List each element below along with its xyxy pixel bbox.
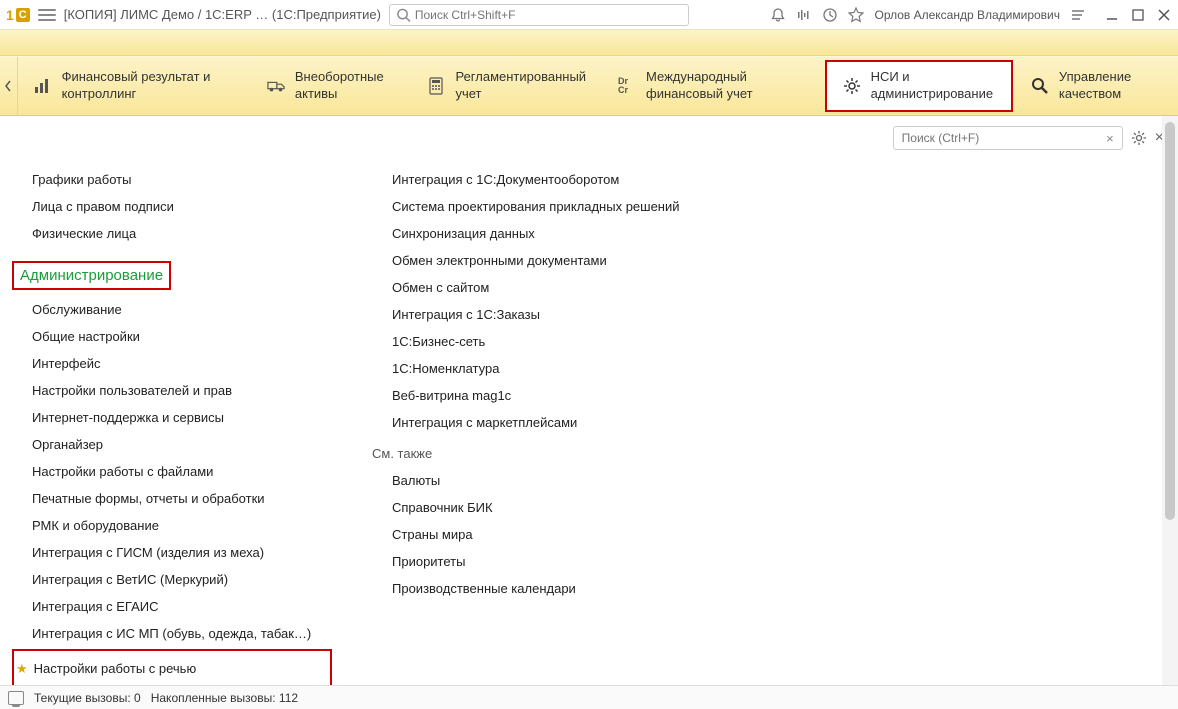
link-site-exchange[interactable]: Обмен с сайтом	[372, 274, 752, 301]
link-individuals[interactable]: Физические лица	[12, 220, 332, 247]
link-production-calendars[interactable]: Производственные календари	[372, 575, 752, 602]
nav-scroll-left[interactable]	[0, 57, 18, 115]
link-orders-integration[interactable]: Интеграция с 1С:Заказы	[372, 301, 752, 328]
link-print-forms[interactable]: Печатные формы, отчеты и обработки	[12, 485, 332, 512]
accumulated-calls: Накопленные вызовы: 112	[151, 691, 298, 705]
nav-financial-result[interactable]: Финансовый результат и контроллинг	[18, 57, 251, 115]
nav-label: Финансовый результат и контроллинг	[62, 69, 235, 103]
content-area: × × Графики работы Лица с правом подписи…	[0, 116, 1178, 685]
accumulated-calls-value: 112	[279, 691, 298, 705]
content-toolbar: × ×	[893, 126, 1164, 150]
title-actions: Орлов Александр Владимирович	[770, 7, 1172, 23]
global-search[interactable]	[389, 4, 689, 26]
section-nav: Финансовый результат и контроллинг Внеоб…	[0, 56, 1178, 116]
link-interface[interactable]: Интерфейс	[12, 350, 332, 377]
nav-label: НСИ и администрирование	[871, 69, 995, 103]
link-priorities[interactable]: Приоритеты	[372, 548, 752, 575]
panel-search-input[interactable]	[898, 131, 1102, 145]
current-calls: Текущие вызовы: 0	[34, 691, 141, 705]
bell-icon[interactable]	[770, 7, 786, 23]
nav-label: Внеоборотные активы	[295, 69, 396, 103]
nav-regulated-accounting[interactable]: Регламентированный учет	[411, 57, 602, 115]
link-work-schedules[interactable]: Графики работы	[12, 166, 332, 193]
panel-settings-icon[interactable]	[1131, 130, 1147, 146]
title-bar: 1С [КОПИЯ] ЛИМС Демо / 1C:ERP … (1С:Пред…	[0, 0, 1178, 30]
link-business-network[interactable]: 1С:Бизнес-сеть	[372, 328, 752, 355]
dr-cr-icon: DrCr	[618, 77, 636, 95]
link-speech-settings[interactable]: ★ Настройки работы с речью	[12, 649, 332, 685]
nav-label: Управление качеством	[1059, 69, 1162, 103]
link-doc-flow-integration[interactable]: Интеграция с 1С:Документооборотом	[372, 166, 752, 193]
nav-nsi-administration[interactable]: НСИ и администрирование	[825, 60, 1013, 112]
history-icon[interactable]	[822, 7, 838, 23]
link-organizer[interactable]: Органайзер	[12, 431, 332, 458]
chevron-left-icon	[4, 80, 12, 92]
link-nomenclature[interactable]: 1С:Номенклатура	[372, 355, 752, 382]
status-monitor-icon[interactable]	[8, 691, 24, 705]
link-countries[interactable]: Страны мира	[372, 521, 752, 548]
nav-label: Регламентированный учет	[455, 69, 586, 103]
main-menu-icon[interactable]	[38, 6, 56, 24]
favorite-star-icon: ★	[16, 661, 28, 677]
link-app-design-system[interactable]: Система проектирования прикладных решени…	[372, 193, 752, 220]
nav-fixed-assets[interactable]: Внеоборотные активы	[251, 57, 412, 115]
link-egais-integration[interactable]: Интеграция с ЕГАИС	[12, 593, 332, 620]
see-also-header: См. также	[372, 436, 752, 467]
link-web-showcase[interactable]: Веб-витрина mag1c	[372, 382, 752, 409]
star-icon[interactable]	[848, 7, 864, 23]
calculator-icon	[427, 77, 445, 95]
link-marketplaces[interactable]: Интеграция с маркетплейсами	[372, 409, 752, 436]
link-gism-integration[interactable]: Интеграция с ГИСМ (изделия из меха)	[12, 539, 332, 566]
minimize-icon[interactable]	[1104, 7, 1120, 23]
menu-column-2: Интеграция с 1С:Документооборотом Систем…	[372, 166, 752, 685]
link-bik-directory[interactable]: Справочник БИК	[372, 494, 752, 521]
link-signatories[interactable]: Лица с правом подписи	[12, 193, 332, 220]
accumulated-calls-label: Накопленные вызовы:	[151, 691, 276, 705]
decor-band	[0, 30, 1178, 56]
app-logo: 1С	[6, 7, 30, 23]
clear-search-button[interactable]: ×	[1102, 131, 1118, 146]
section-administration-header: Администрирование	[12, 261, 171, 290]
nav-quality-management[interactable]: Управление качеством	[1015, 57, 1178, 115]
link-internet-support[interactable]: Интернет-поддержка и сервисы	[12, 404, 332, 431]
link-edoc-exchange[interactable]: Обмен электронными документами	[372, 247, 752, 274]
current-calls-label: Текущие вызовы:	[34, 691, 131, 705]
link-rmk-equipment[interactable]: РМК и оборудование	[12, 512, 332, 539]
search-icon	[396, 7, 411, 23]
chart-bar-icon	[34, 77, 52, 95]
link-ismp-integration[interactable]: Интеграция с ИС МП (обувь, одежда, табак…	[12, 620, 332, 647]
vertical-scrollbar[interactable]	[1162, 116, 1178, 685]
truck-icon	[267, 77, 285, 95]
close-icon[interactable]	[1156, 7, 1172, 23]
username-label[interactable]: Орлов Александр Владимирович	[874, 8, 1060, 22]
link-vetis-integration[interactable]: Интеграция с ВетИС (Меркурий)	[12, 566, 332, 593]
search-icon	[1031, 77, 1049, 95]
current-calls-value: 0	[134, 691, 141, 705]
link-general-settings[interactable]: Общие настройки	[12, 323, 332, 350]
link-data-sync[interactable]: Синхронизация данных	[372, 220, 752, 247]
gear-icon	[843, 77, 861, 95]
link-currencies[interactable]: Валюты	[372, 467, 752, 494]
panel-search[interactable]: ×	[893, 126, 1123, 150]
window-title: [КОПИЯ] ЛИМС Демо / 1C:ERP … (1С:Предпри…	[64, 7, 381, 22]
maximize-icon[interactable]	[1130, 7, 1146, 23]
link-file-settings[interactable]: Настройки работы с файлами	[12, 458, 332, 485]
link-maintenance[interactable]: Обслуживание	[12, 296, 332, 323]
sound-icon[interactable]	[796, 7, 812, 23]
nav-label: Международный финансовый учет	[646, 69, 807, 103]
nav-international-accounting[interactable]: DrCr Международный финансовый учет	[602, 57, 823, 115]
menu-column-1: Графики работы Лица с правом подписи Физ…	[12, 166, 332, 685]
status-bar: Текущие вызовы: 0 Накопленные вызовы: 11…	[0, 685, 1178, 709]
global-search-input[interactable]	[415, 8, 682, 22]
link-users-rights-settings[interactable]: Настройки пользователей и прав	[12, 377, 332, 404]
menu-lines-icon[interactable]	[1070, 7, 1086, 23]
scrollbar-thumb[interactable]	[1165, 122, 1175, 520]
link-speech-settings-label: Настройки работы с речью	[32, 655, 197, 682]
